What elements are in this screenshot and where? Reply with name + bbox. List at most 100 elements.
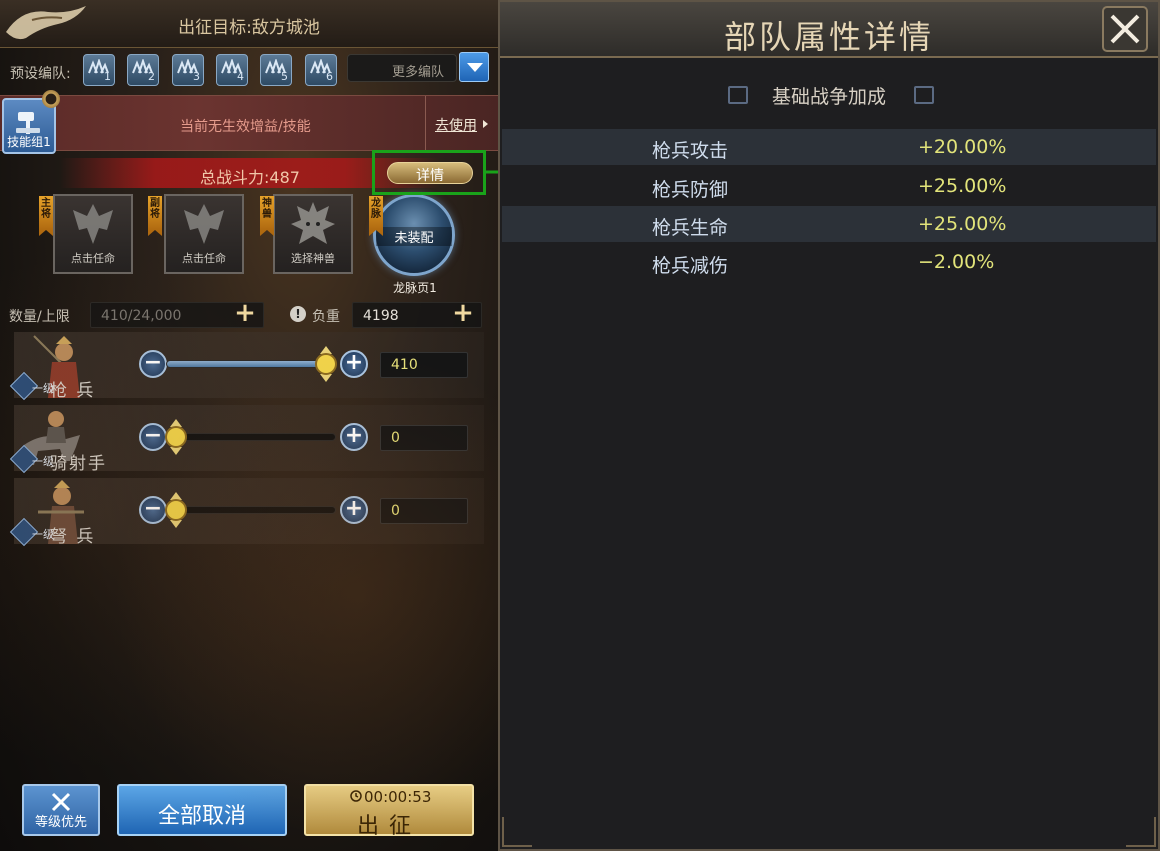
helmet-icon [184, 204, 224, 244]
march-target-title: 出征目标:敌方城池 [178, 18, 320, 38]
dropdown-arrow-icon[interactable] [459, 52, 489, 82]
buff-status-text: 当前无生效增益/技能 [180, 119, 311, 135]
preset-button-3[interactable]: 3 [172, 54, 204, 86]
quantity-plus-button[interactable]: + [232, 300, 258, 328]
helmet-icon [73, 204, 113, 244]
section-title: 基础战争加成 [771, 86, 886, 108]
preset-number: 2 [148, 70, 155, 83]
troop-count-input[interactable]: 410 [380, 352, 468, 378]
preset-button-5[interactable]: 5 [260, 54, 292, 86]
load-plus-button[interactable]: + [450, 300, 476, 328]
more-presets-dropdown[interactable]: 更多编队 [347, 54, 457, 82]
load-label: 负重 [312, 309, 340, 325]
slider-knob-icon[interactable] [164, 492, 188, 528]
attribute-name: 枪兵减伤 [652, 255, 729, 277]
preset-button-2[interactable]: 2 [127, 54, 159, 86]
more-presets-label: 更多编队 [391, 65, 444, 80]
preset-number: 4 [237, 70, 244, 83]
attribute-row: 枪兵攻击 +20.00% [502, 129, 1156, 165]
troop-slider-track[interactable] [166, 360, 336, 368]
main-general-slot[interactable]: 点击任命 [53, 194, 133, 274]
close-icon[interactable] [1102, 6, 1148, 52]
preset-number: 6 [326, 70, 333, 83]
troop-attribute-detail-panel: 部队属性详情 基础战争加成 枪兵攻击 +20.00% 枪兵防御 +25.00% … [498, 0, 1160, 851]
dragon-vein-page-label: 龙脉页1 [393, 281, 437, 295]
troop-count: 0 [391, 430, 400, 446]
preset-label: 预设编队: [10, 66, 71, 82]
cancel-all-label: 全部取消 [157, 804, 246, 829]
troop-count: 410 [391, 357, 418, 373]
troop-row-spearman: 一级 枪 兵 − + 410 [9, 332, 484, 401]
preset-number: 1 [104, 70, 111, 83]
troop-row-horse-archer: 一级 骑射手 − + 0 [9, 405, 484, 474]
troop-name: 弩 兵 [50, 527, 96, 547]
skill-group-label: 技能组1 [7, 135, 51, 149]
troop-count-input[interactable]: 0 [380, 425, 468, 451]
total-power-text: 总战斗力:487 [200, 168, 300, 187]
beast-label: 选择神兽 [291, 252, 335, 265]
troop-slider-track[interactable] [166, 506, 336, 514]
attribute-name: 枪兵攻击 [652, 140, 729, 162]
attribute-value: +25.00% [918, 213, 1007, 235]
troop-count: 0 [391, 503, 400, 519]
preset-button-1[interactable]: 1 [83, 54, 115, 86]
clock-icon [350, 790, 362, 802]
level-priority-label: 等级优先 [34, 815, 87, 830]
troop-slider-fill [167, 361, 335, 367]
march-label: 出征 [356, 814, 421, 839]
march-button[interactable]: 00:00:53 出征 [304, 784, 474, 839]
preset-number: 5 [281, 70, 288, 83]
highlight-box [372, 150, 486, 195]
decor-right-icon [914, 86, 934, 104]
divider [425, 96, 426, 150]
attribute-value: +25.00% [918, 175, 1007, 197]
march-timer: 00:00:53 [364, 788, 432, 806]
attribute-value: −2.00% [918, 251, 995, 273]
main-general-label: 点击任命 [71, 252, 115, 265]
troop-slider-track[interactable] [166, 433, 336, 441]
attribute-value: +20.00% [918, 136, 1007, 158]
quantity-label: 数量/上限 [9, 309, 70, 325]
detail-panel-title: 部队属性详情 [723, 18, 934, 56]
decrease-button[interactable]: − [139, 423, 167, 451]
corner-ornament [502, 817, 532, 847]
dragon-vein-ribbon: 龙脉 [369, 196, 383, 236]
go-use-link[interactable]: 去使用 [435, 115, 477, 135]
increase-button[interactable]: + [340, 423, 368, 451]
preset-button-4[interactable]: 4 [216, 54, 248, 86]
decrease-button[interactable]: − [139, 350, 167, 378]
troop-count-input[interactable]: 0 [380, 498, 468, 524]
vice-general-label: 点击任命 [182, 252, 226, 265]
crossed-swords-icon [51, 792, 71, 812]
arrow-right-icon [483, 120, 488, 128]
slider-knob-icon[interactable] [314, 346, 338, 382]
dragon-vein-orb[interactable]: 未装配 [373, 194, 455, 276]
load-value: 4198 [363, 308, 399, 324]
vice-general-ribbon: 副将 [148, 196, 162, 236]
attribute-row: 枪兵减伤 −2.00% [502, 244, 1156, 280]
increase-button[interactable]: + [340, 350, 368, 378]
decrease-button[interactable]: − [139, 496, 167, 524]
badge-icon [42, 90, 60, 108]
increase-button[interactable]: + [340, 496, 368, 524]
troop-name: 骑射手 [50, 454, 107, 474]
attribute-row: 枪兵防御 +25.00% [502, 168, 1156, 204]
hammer-icon [16, 112, 40, 134]
vice-general-slot[interactable]: 点击任命 [164, 194, 244, 274]
march-setup-panel: 出征目标:敌方城池 预设编队: 1 2 3 4 5 6 更多编队 技能组1 当前… [0, 0, 498, 851]
preset-button-6[interactable]: 6 [305, 54, 337, 86]
attribute-row: 枪兵生命 +25.00% [502, 206, 1156, 242]
level-priority-button[interactable]: 等级优先 [22, 784, 100, 836]
cancel-all-button[interactable]: 全部取消 [117, 784, 287, 836]
top-bar: 出征目标:敌方城池 [0, 0, 498, 48]
troop-name: 枪 兵 [50, 381, 96, 401]
beast-icon [291, 202, 335, 244]
slider-knob-icon[interactable] [164, 419, 188, 455]
detail-panel-header: 部队属性详情 [500, 2, 1158, 58]
beast-slot[interactable]: 选择神兽 [273, 194, 353, 274]
troop-row-crossbowman: 一级 弩 兵 − + 0 [9, 478, 484, 547]
beast-ribbon: 神兽 [260, 196, 274, 236]
info-warning-icon[interactable]: ! [290, 306, 306, 322]
attribute-name: 枪兵防御 [652, 179, 729, 201]
skill-buff-bar: 技能组1 当前无生效增益/技能 去使用 [0, 90, 498, 154]
